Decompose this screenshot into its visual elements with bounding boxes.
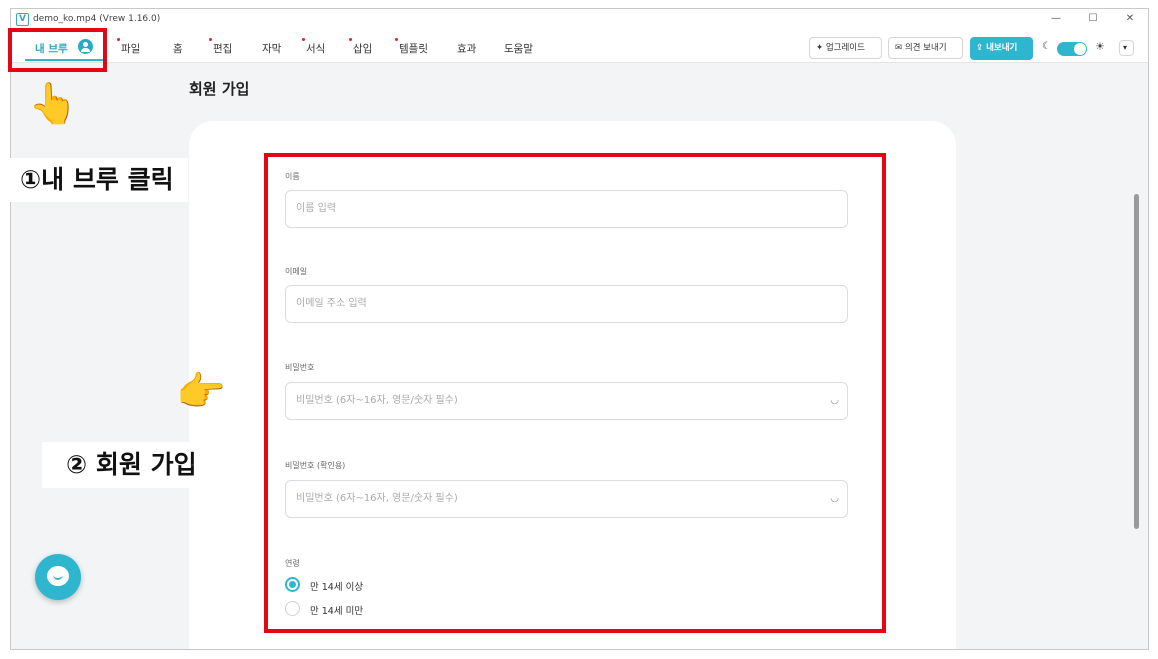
window-title: demo_ko.mp4 (Vrew 1.16.0) <box>33 14 161 24</box>
menu-edit-label: 편집 <box>213 43 233 55</box>
pointing-right-hand-icon: 👉 <box>176 369 226 415</box>
highlight-signup-form <box>264 153 886 633</box>
minimize-button[interactable]: — <box>1046 12 1066 26</box>
upgrade-label: 업그레이드 <box>825 43 865 53</box>
sun-icon: ☀ <box>1095 40 1105 53</box>
step2-annotation: ② 회원 가입 <box>42 442 230 488</box>
more-dropdown-button[interactable]: ▾ <box>1119 40 1134 56</box>
menu-help[interactable]: 도움말 <box>504 41 533 56</box>
menu-edit[interactable]: 편집 <box>209 38 233 56</box>
close-button[interactable]: ✕ <box>1120 12 1140 26</box>
chat-bubble-icon <box>47 566 69 586</box>
menu-format-label: 서식 <box>306 43 326 55</box>
mail-icon: ✉ <box>895 43 905 53</box>
menu-home[interactable]: 홈 <box>173 41 183 56</box>
chevron-down-icon: ▾ <box>1123 43 1128 52</box>
menu-help-label: 도움말 <box>504 43 533 55</box>
new-dot-icon <box>117 38 120 41</box>
title-bar: V demo_ko.mp4 (Vrew 1.16.0) — ☐ ✕ <box>11 9 1148 31</box>
menu-effects[interactable]: 효과 <box>457 41 476 56</box>
sparkle-icon: ✦ <box>816 43 826 53</box>
export-button[interactable]: ⇪ 내보내기 <box>970 37 1033 60</box>
feedback-label: 의견 보내기 <box>904 43 947 53</box>
step1-annotation: ①내 브루 클릭 <box>10 158 188 202</box>
pointing-up-hand-icon: 👆 <box>28 81 78 127</box>
menu-insert[interactable]: 삽입 <box>349 38 373 56</box>
upgrade-button[interactable]: ✦ 업그레이드 <box>809 37 882 59</box>
menu-home-label: 홈 <box>173 43 183 55</box>
vertical-scrollbar[interactable] <box>1134 194 1139 529</box>
menu-insert-label: 삽입 <box>353 43 373 55</box>
menu-bar: 내 브루 파일 홈 편집 자막 서식 삽입 템플릿 효과 도움말 ✦ 업그레이드… <box>11 31 1148 63</box>
menu-template-label: 템플릿 <box>399 43 428 55</box>
vrew-logo-icon: V <box>16 13 29 26</box>
export-label: 내보내기 <box>986 43 1018 53</box>
new-dot-icon <box>209 38 212 41</box>
menu-file-label: 파일 <box>121 43 141 55</box>
menu-subtitle-label: 자막 <box>262 43 282 55</box>
menu-template[interactable]: 템플릿 <box>395 38 428 56</box>
highlight-my-brew <box>8 28 107 72</box>
moon-icon: ☾ <box>1042 41 1051 52</box>
chat-button[interactable] <box>35 554 81 600</box>
feedback-button[interactable]: ✉ 의견 보내기 <box>888 37 963 59</box>
theme-toggle[interactable] <box>1057 42 1087 56</box>
menu-subtitle[interactable]: 자막 <box>262 41 281 56</box>
new-dot-icon <box>302 38 305 41</box>
export-icon: ⇪ <box>976 43 987 53</box>
menu-format[interactable]: 서식 <box>302 38 326 56</box>
maximize-button[interactable]: ☐ <box>1083 12 1103 26</box>
new-dot-icon <box>349 38 352 41</box>
menu-effects-label: 효과 <box>457 43 477 55</box>
page-title: 회원 가입 <box>189 80 250 98</box>
menu-file[interactable]: 파일 <box>117 38 141 56</box>
new-dot-icon <box>395 38 398 41</box>
